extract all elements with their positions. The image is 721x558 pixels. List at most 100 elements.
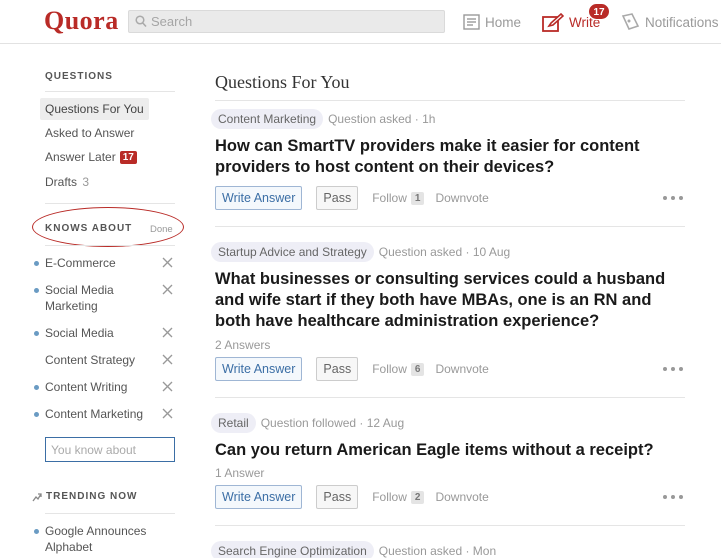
home-icon bbox=[463, 14, 480, 30]
knows-topic-item: E-Commerce bbox=[34, 255, 179, 271]
knows-topic-item: Social Media bbox=[34, 325, 179, 341]
more-options-icon[interactable] bbox=[663, 494, 683, 500]
bullet-icon bbox=[34, 385, 39, 390]
sidebar-asked-to-answer[interactable]: Asked to Answer bbox=[45, 126, 134, 140]
drafts-count: 3 bbox=[82, 175, 90, 189]
question-title[interactable]: What businesses or consulting services c… bbox=[215, 269, 685, 332]
sidebar-answer-later[interactable]: Answer Later 17 bbox=[45, 150, 137, 164]
topic-name[interactable]: Content Writing bbox=[45, 379, 150, 395]
knows-topic-item: Social Media Marketing bbox=[34, 282, 179, 314]
question-actions: Write Answer Pass Follow 6 Downvote bbox=[215, 357, 489, 381]
sidebar-drafts[interactable]: Drafts 3 bbox=[45, 175, 89, 189]
question-title[interactable]: Can you return American Eagle items with… bbox=[215, 440, 685, 461]
question-meta: Content Marketing Question asked · 1h bbox=[211, 109, 435, 129]
write-count-badge: 17 bbox=[588, 3, 610, 20]
bullet-icon bbox=[34, 261, 39, 266]
question-meta: Startup Advice and Strategy Question ask… bbox=[211, 242, 510, 262]
follow-label: Follow bbox=[372, 490, 407, 504]
page-title: Questions For You bbox=[215, 72, 350, 92]
question-meta: Search Engine Optimization Question aske… bbox=[211, 541, 496, 558]
topic-name[interactable]: E-Commerce bbox=[45, 255, 150, 271]
trending-item-link[interactable]: Google Announces Alphabet bbox=[45, 523, 150, 555]
trending-section-title: TRENDING NOW bbox=[32, 491, 137, 502]
more-options-icon[interactable] bbox=[663, 195, 683, 201]
topic-tag[interactable]: Content Marketing bbox=[211, 109, 324, 129]
divider bbox=[45, 245, 175, 246]
bullet-icon bbox=[34, 331, 39, 336]
trending-arrow-icon bbox=[32, 492, 42, 501]
notifications-icon bbox=[621, 13, 640, 30]
remove-topic-icon[interactable] bbox=[162, 408, 173, 419]
drafts-label: Drafts bbox=[45, 175, 78, 189]
questions-section-title: QUESTIONS bbox=[45, 71, 113, 82]
remove-topic-icon[interactable] bbox=[162, 327, 173, 338]
follow-count: 2 bbox=[410, 490, 425, 504]
knows-topic-item: Content Marketing bbox=[34, 406, 179, 422]
follow-label: Follow bbox=[372, 362, 407, 376]
downvote-button[interactable]: Downvote bbox=[435, 362, 488, 376]
trending-title-label: TRENDING NOW bbox=[46, 491, 138, 502]
answer-later-count: 17 bbox=[119, 151, 137, 164]
divider bbox=[215, 100, 685, 101]
topic-name[interactable]: Social Media Marketing bbox=[45, 282, 150, 314]
question-status: Question asked · Mon bbox=[378, 544, 497, 558]
topic-tag[interactable]: Retail bbox=[211, 413, 256, 433]
pass-button[interactable]: Pass bbox=[316, 485, 359, 509]
write-answer-button[interactable]: Write Answer bbox=[215, 485, 303, 509]
remove-topic-icon[interactable] bbox=[162, 381, 173, 392]
quora-logo[interactable]: Quora bbox=[44, 6, 119, 36]
more-options-icon[interactable] bbox=[663, 366, 683, 372]
highlight-ellipse bbox=[32, 207, 184, 247]
question-status: Question asked · 10 Aug bbox=[378, 245, 511, 259]
answer-count[interactable]: 1 Answer bbox=[215, 466, 264, 480]
divider bbox=[45, 513, 175, 514]
downvote-button[interactable]: Downvote bbox=[435, 191, 488, 205]
divider bbox=[45, 203, 175, 204]
knows-topic-item: Content Writing bbox=[34, 379, 179, 395]
nav-home-label: Home bbox=[485, 14, 522, 30]
question-status: Question asked · 1h bbox=[328, 112, 436, 126]
answer-later-label: Answer Later bbox=[45, 150, 116, 164]
question-meta: Retail Question followed · 12 Aug bbox=[211, 413, 404, 433]
nav-notifications-label: Notifications bbox=[645, 14, 719, 30]
add-topic-input[interactable] bbox=[45, 437, 175, 462]
topic-name[interactable]: Content Marketing bbox=[45, 406, 150, 422]
question-actions: Write Answer Pass Follow 2 Downvote bbox=[215, 485, 489, 509]
follow-count: 1 bbox=[410, 191, 425, 205]
follow-label: Follow bbox=[372, 191, 407, 205]
question-status: Question followed · 12 Aug bbox=[260, 416, 405, 430]
pass-button[interactable]: Pass bbox=[316, 357, 359, 381]
follow-button[interactable]: Follow 6 bbox=[372, 362, 425, 376]
topic-tag[interactable]: Search Engine Optimization bbox=[211, 541, 374, 558]
pass-button[interactable]: Pass bbox=[316, 186, 359, 210]
remove-topic-icon[interactable] bbox=[162, 284, 173, 295]
bullet-icon bbox=[34, 529, 39, 534]
downvote-button[interactable]: Downvote bbox=[435, 490, 488, 504]
topic-name[interactable]: Content Strategy bbox=[45, 352, 150, 368]
divider bbox=[215, 397, 685, 398]
follow-count: 6 bbox=[410, 362, 425, 376]
knows-topic-item: Content Strategy bbox=[34, 352, 179, 368]
follow-button[interactable]: Follow 2 bbox=[372, 490, 425, 504]
remove-topic-icon[interactable] bbox=[162, 354, 173, 365]
question-title[interactable]: How can SmartTV providers make it easier… bbox=[215, 136, 685, 178]
nav-notifications[interactable]: Notifications bbox=[621, 0, 719, 44]
topic-tag[interactable]: Startup Advice and Strategy bbox=[211, 242, 374, 262]
search-input[interactable] bbox=[151, 12, 441, 31]
write-answer-button[interactable]: Write Answer bbox=[215, 186, 303, 210]
remove-topic-icon[interactable] bbox=[162, 257, 173, 268]
nav-home[interactable]: Home bbox=[463, 0, 521, 44]
divider bbox=[215, 226, 685, 227]
sidebar-questions-for-you[interactable]: Questions For You bbox=[40, 98, 149, 120]
follow-button[interactable]: Follow 1 bbox=[372, 191, 425, 205]
search-box[interactable] bbox=[128, 10, 445, 33]
bullet-icon bbox=[34, 412, 39, 417]
question-actions: Write Answer Pass Follow 1 Downvote bbox=[215, 186, 489, 210]
search-icon bbox=[135, 15, 147, 28]
answer-count[interactable]: 2 Answers bbox=[215, 338, 270, 352]
topic-name[interactable]: Social Media bbox=[45, 325, 150, 341]
write-answer-button[interactable]: Write Answer bbox=[215, 357, 303, 381]
divider bbox=[215, 525, 685, 526]
write-icon bbox=[542, 12, 564, 32]
divider bbox=[45, 91, 175, 92]
